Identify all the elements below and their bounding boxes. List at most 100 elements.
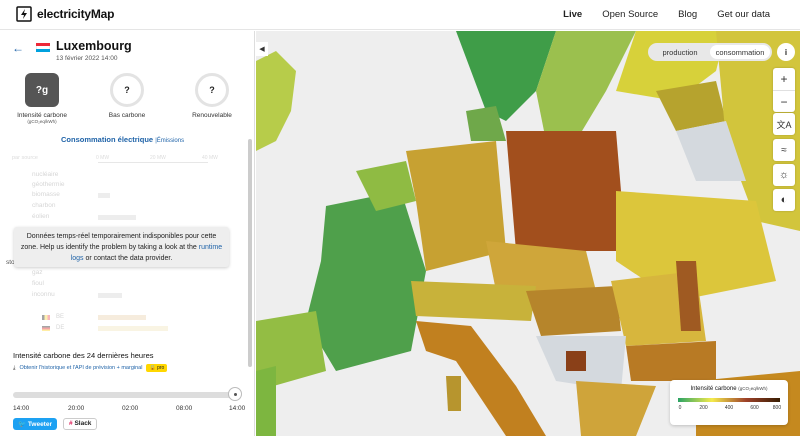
collapse-panel-button[interactable]: ◀: [256, 42, 268, 56]
wind-icon[interactable]: ≈: [773, 139, 795, 161]
germany-flag-icon: [42, 325, 50, 331]
tweet-button[interactable]: 🐦 Tweeter: [13, 418, 57, 430]
map-svg[interactable]: [256, 31, 800, 436]
source-biomass: biomasse: [32, 191, 60, 198]
legend-tick: 600: [750, 405, 759, 411]
time-label: 02:00: [122, 405, 139, 412]
tooltip-text: Données temps-réel temporairement indisp…: [20, 233, 217, 251]
language-control: 文A: [773, 113, 795, 135]
sun-icon[interactable]: ☼: [773, 164, 795, 186]
zone-serbia: [566, 351, 586, 371]
kpi-low-carbon: ? Bas carbone: [87, 73, 167, 119]
download-link[interactable]: Obtenir l'historique et l'API de prévisi…: [19, 365, 142, 371]
no-data-tooltip: Données temps-réel temporairement indisp…: [14, 227, 229, 267]
zoom-controls: + −: [773, 68, 795, 112]
solar-control: ☼: [773, 164, 795, 186]
toggle-production[interactable]: production: [650, 45, 710, 59]
source-geothermal: géothermie: [32, 181, 65, 188]
toggle-consumption[interactable]: consommation: [710, 45, 770, 59]
twitter-icon: 🐦: [18, 421, 27, 428]
exchange-de: DE: [42, 325, 64, 331]
legend-tick: 800: [772, 405, 782, 411]
source-gas: gaz: [32, 269, 43, 276]
zoom-out-button[interactable]: −: [773, 90, 795, 112]
slack-button[interactable]: # Slack: [63, 418, 98, 430]
dark-mode-control: ◐: [773, 189, 795, 211]
nav-blog[interactable]: Blog: [678, 9, 697, 20]
chevron-left-icon: ◀: [259, 46, 265, 53]
emissions-tab[interactable]: Émissions: [157, 138, 184, 144]
zone-austria: [411, 281, 536, 321]
slack-icon: #: [69, 420, 73, 427]
translate-icon[interactable]: 文A: [773, 113, 795, 135]
carbon-intensity-unit: (gCO₂eq/kWh): [27, 119, 57, 124]
legend-gradient: [678, 398, 780, 402]
time-label: 20:00: [68, 405, 85, 412]
nav-get-data[interactable]: Get our data: [717, 9, 770, 20]
zone-datetime: 13 février 2022 14:00: [56, 55, 118, 62]
renewable-label: Renouvelable: [192, 112, 232, 119]
source-bar: [98, 293, 122, 298]
time-slider-knob[interactable]: [228, 387, 242, 401]
nav-links: Live Open Source Blog Get our data: [563, 9, 770, 20]
zone-panel: ← Luxembourg 13 février 2022 14:00 ?g In…: [0, 31, 255, 436]
zone-name: Luxembourg: [56, 39, 132, 53]
zone-portugal: [256, 366, 276, 436]
luxembourg-flag-icon: [36, 43, 50, 52]
nav-open-source[interactable]: Open Source: [602, 9, 658, 20]
back-arrow-icon[interactable]: ←: [12, 41, 24, 55]
zone-header: ← Luxembourg 13 février 2022 14:00: [12, 39, 247, 69]
top-navbar: electricityMap Live Open Source Blog Get…: [0, 0, 800, 30]
zone-poland: [506, 131, 626, 251]
time-label: 08:00: [176, 405, 193, 412]
time-slider[interactable]: [13, 387, 242, 401]
legend-tick: 0: [678, 405, 682, 411]
info-button[interactable]: i: [777, 43, 795, 61]
pro-badge: 🔒 pro: [146, 364, 168, 372]
wind-control: ≈: [773, 139, 795, 161]
exchange-be: BE: [42, 314, 64, 320]
time-label: 14:00: [229, 405, 246, 412]
exchange-bar: [98, 315, 146, 320]
logo-text: electricityMap: [37, 7, 115, 21]
source-oil: fioul: [32, 280, 44, 287]
nav-live[interactable]: Live: [563, 9, 582, 20]
logo[interactable]: electricityMap: [16, 6, 114, 22]
history-title: Intensité carbone des 24 dernières heure…: [13, 351, 154, 360]
carbon-intensity-legend: Intensité carbone (gCO₂eq/kWh) 0 200 400…: [670, 380, 788, 425]
belgium-flag-icon: [42, 314, 50, 320]
source-coal: charbon: [32, 202, 56, 209]
dark-mode-icon[interactable]: ◐: [773, 189, 795, 211]
europe-map[interactable]: [256, 31, 800, 436]
production-consumption-toggle[interactable]: production consommation: [648, 43, 772, 61]
consumption-title: Consommation électrique |Émissions: [61, 135, 185, 144]
legend-tick: 400: [724, 405, 734, 411]
source-nuclear: nucléaire: [32, 171, 59, 178]
source-bar: [98, 193, 110, 198]
panel-scrollbar[interactable]: [248, 139, 252, 367]
carbon-intensity-label: Intensité carbone: [17, 112, 67, 119]
axis-line: [98, 162, 208, 163]
legend-ticks: 0 200 400 600 800: [678, 405, 782, 413]
zone-hungary: [526, 286, 621, 336]
zone-sardinia: [446, 376, 461, 411]
zoom-in-button[interactable]: +: [773, 68, 795, 90]
axis-tick: 40 MW: [202, 155, 218, 161]
tooltip-text-end: or contact the data provider.: [85, 255, 173, 262]
source-wind: éolien: [32, 213, 50, 220]
download-icon: ⤓: [13, 364, 16, 371]
time-label: 14:00: [13, 405, 30, 412]
axis-tick: 0 MW: [96, 155, 110, 161]
carbon-intensity-value: ?g: [25, 73, 59, 107]
zone-bulgaria: [626, 341, 716, 381]
source-bar: [98, 215, 136, 220]
source-unknown: inconnu: [32, 291, 55, 298]
download-history[interactable]: ⤓ Obtenir l'historique et l'API de prévi…: [13, 364, 168, 372]
consumption-tab[interactable]: Consommation électrique: [61, 135, 153, 144]
kpi-carbon-intensity: ?g Intensité carbone (gCO₂eq/kWh): [2, 73, 82, 124]
exchange-de-label: DE: [56, 325, 65, 331]
low-carbon-label: Bas carbone: [108, 112, 146, 119]
legend-title: Intensité carbone (gCO₂eq/kWh): [690, 386, 768, 392]
legend-tick: 200: [699, 405, 708, 411]
renewable-value: ?: [195, 73, 229, 107]
